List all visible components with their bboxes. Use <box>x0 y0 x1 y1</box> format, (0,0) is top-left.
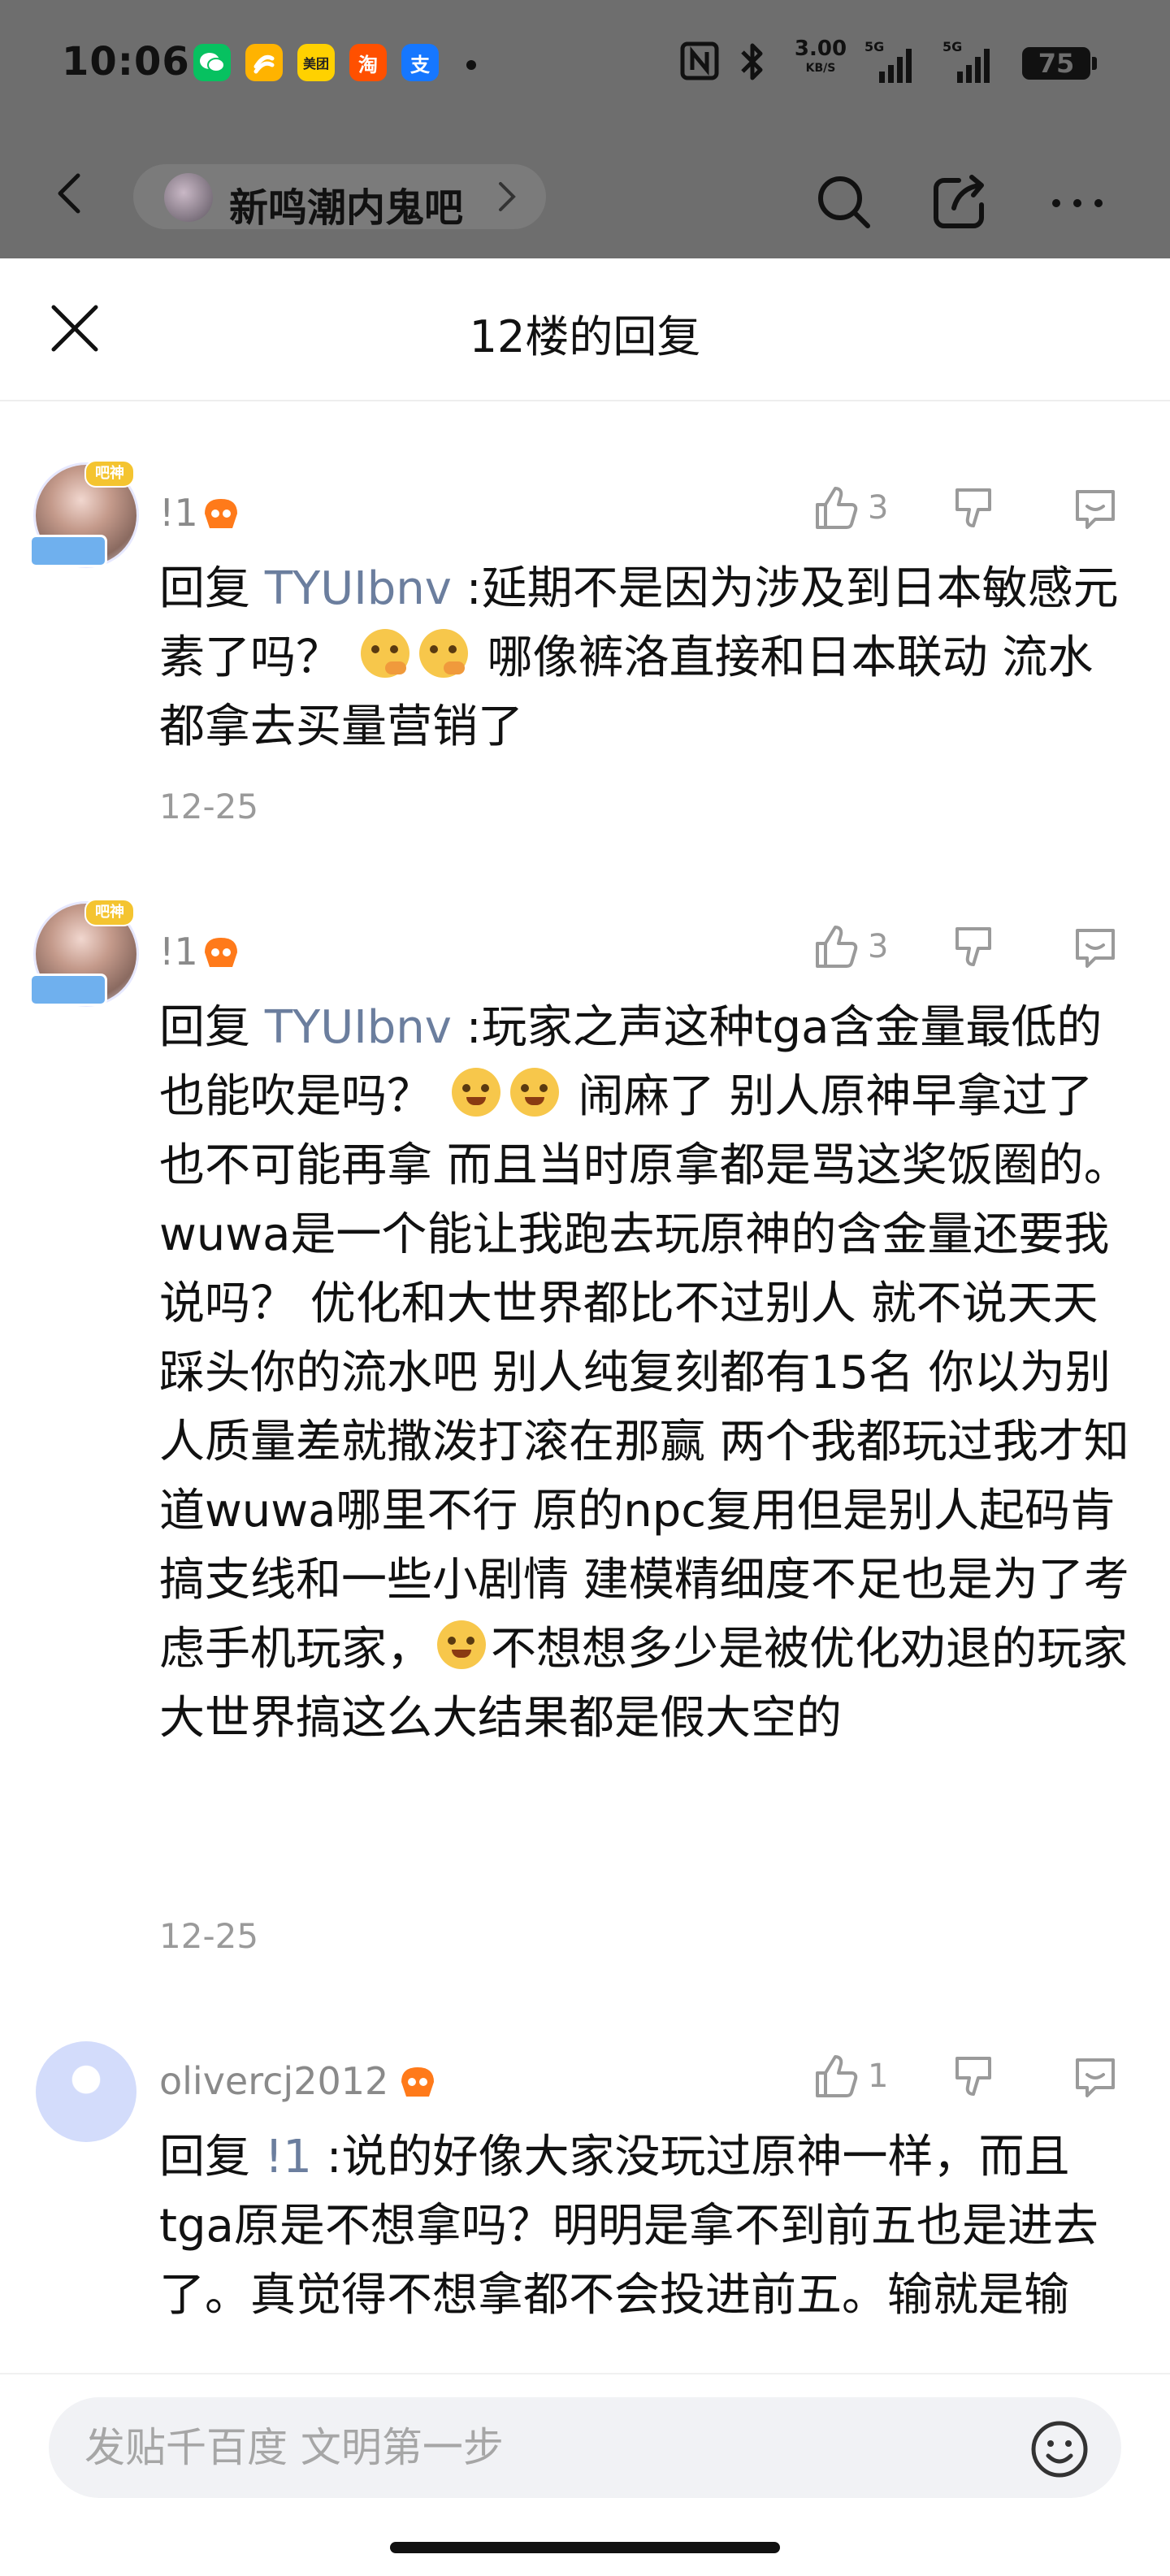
battery-indicator: 75 <box>1022 47 1090 80</box>
comment-date: 12-25 <box>159 787 259 826</box>
status-bar: 10:06 美团 淘 支 3.00 KB/S 5G 5G 75 <box>0 0 1170 130</box>
comment-bubble-icon <box>1076 2058 1115 2097</box>
reply-keyword: 回复 <box>159 2131 250 2184</box>
signal-2-icon: 5G <box>942 39 991 83</box>
share-icon[interactable] <box>926 171 991 236</box>
back-button[interactable] <box>47 169 96 218</box>
comment-reply-button[interactable] <box>1071 918 1120 975</box>
thumbs-down-icon <box>956 2057 991 2096</box>
home-indicator[interactable] <box>390 2542 780 2553</box>
book-badge-icon <box>29 535 107 567</box>
book-badge-icon <box>29 974 107 1006</box>
alipay-icon: 支 <box>401 44 439 81</box>
taobao-icon: 淘 <box>349 44 387 81</box>
comment-reply-button[interactable] <box>1071 479 1120 536</box>
comment-text: 回复 TYUIbnv :玩家之声这种tga含金量最低的也能吹是吗？ 闹麻了 别人… <box>159 1001 1129 1745</box>
reply-sheet-header: 12楼的回复 <box>0 258 1170 401</box>
username[interactable]: olivercj2012 <box>159 2059 388 2103</box>
sheet-title: 12楼的回复 <box>469 311 701 362</box>
emoji-button[interactable] <box>1029 2418 1090 2480</box>
like-button[interactable]: 1 <box>811 2048 888 2105</box>
comment-reply-button[interactable] <box>1071 2048 1120 2105</box>
thumbs-up-icon <box>816 926 858 968</box>
forum-name: 新鸣潮内鬼吧 <box>229 185 464 231</box>
thumbs-down-icon <box>956 488 991 527</box>
avatar[interactable] <box>36 2041 136 2142</box>
reply-to-user[interactable]: TYUIbnv <box>265 562 452 615</box>
reply-to-user[interactable]: TYUIbnv <box>265 1001 452 1054</box>
username[interactable]: !1 <box>159 491 198 535</box>
more-notifications-dot <box>466 60 476 70</box>
avatar[interactable]: 吧神 <box>29 899 136 1006</box>
dislike-button[interactable] <box>949 479 998 536</box>
level-badge-icon <box>205 938 237 967</box>
dislike-button[interactable] <box>949 2048 998 2105</box>
nfc-icon <box>679 41 720 89</box>
status-time: 10:06 <box>62 39 190 85</box>
thumbs-up-icon <box>816 2055 858 2097</box>
like-count: 1 <box>868 2058 889 2095</box>
meituan-icon: 美团 <box>297 44 335 81</box>
more-icon[interactable] <box>1045 171 1110 236</box>
reply-keyword: 回复 <box>159 1001 250 1054</box>
dislike-button[interactable] <box>949 918 998 975</box>
smiley-icon <box>1031 2421 1088 2478</box>
comment-bubble-icon <box>1076 490 1115 529</box>
top-nav-bar: 新鸣潮内鬼吧 <box>0 130 1170 258</box>
avatar[interactable]: 吧神 <box>29 460 136 567</box>
comment-text: 回复 TYUIbnv :延期不是因为涉及到日本敏感元素了吗？ 哪像裤洛直接和日本… <box>159 562 1119 753</box>
bluetooth-icon <box>736 41 769 90</box>
like-button[interactable]: 3 <box>811 479 888 536</box>
reply-to-user[interactable]: !1 <box>265 2131 312 2184</box>
level-badge-icon <box>401 2067 434 2097</box>
reply-keyword: 回复 <box>159 562 250 615</box>
like-button[interactable]: 3 <box>811 918 888 975</box>
bottom-input-bar <box>0 2373 1170 2576</box>
crown-badge-icon: 吧神 <box>84 899 135 926</box>
comment-date: 12-25 <box>159 1916 259 1956</box>
thinking-emoji-icon <box>360 629 410 678</box>
thumbs-up-icon <box>816 487 858 529</box>
comment-text: 回复 !1 :说的好像大家没玩过原神一样，而且tga原是不想拿吗？明明是拿不到前… <box>159 2131 1098 2322</box>
wechat-icon <box>193 44 231 81</box>
like-count: 3 <box>868 489 889 527</box>
comment-bubble-icon <box>1076 929 1115 968</box>
like-count: 3 <box>868 928 889 965</box>
search-icon[interactable] <box>812 171 878 236</box>
forum-chip[interactable]: 新鸣潮内鬼吧 <box>133 164 546 231</box>
laughing-emoji-icon <box>451 1068 500 1117</box>
thumbs-down-icon <box>956 927 991 966</box>
network-speed: 3.00 KB/S <box>794 37 847 75</box>
comment-item: olivercj2012 1 回复 !1 :说的好像大家没玩过原神一样，而且tg… <box>0 2023 1170 2370</box>
crown-badge-icon: 吧神 <box>84 460 135 488</box>
signal-1-icon: 5G <box>864 39 913 83</box>
xianyu-icon <box>245 44 283 81</box>
thinking-emoji-icon <box>418 629 468 678</box>
level-badge-icon <box>205 499 237 528</box>
username[interactable]: !1 <box>159 930 198 974</box>
forum-avatar <box>164 173 213 222</box>
laughing-emoji-icon <box>509 1068 559 1117</box>
grinning-emoji-icon <box>437 1620 486 1669</box>
post-input[interactable] <box>49 2397 1121 2498</box>
battery-tip <box>1092 57 1097 70</box>
chevron-right-icon <box>496 179 518 223</box>
